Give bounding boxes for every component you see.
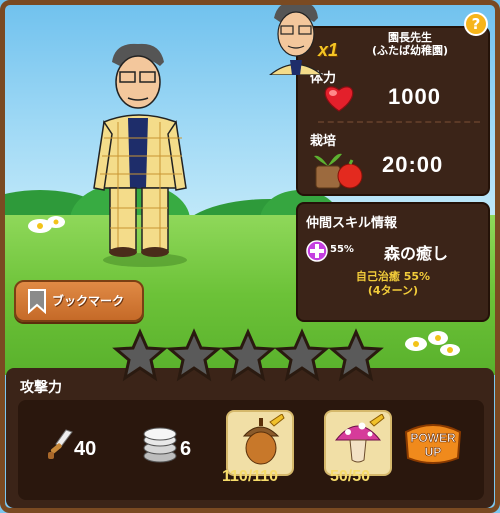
rating-stars bbox=[112, 328, 384, 382]
coin-value: 6 bbox=[180, 438, 192, 460]
bookmark-icon bbox=[28, 289, 46, 314]
mushroom-value: 50/50 bbox=[330, 468, 371, 485]
skill-name: 森の癒し bbox=[384, 244, 449, 263]
character-portrait bbox=[269, 1, 323, 75]
heal-plus-icon bbox=[306, 240, 328, 262]
heart-icon bbox=[324, 86, 354, 112]
bookmark-label: ブックマーク bbox=[52, 294, 125, 308]
flower-icon bbox=[28, 216, 65, 233]
cultivation-label: 栽培 bbox=[310, 134, 337, 149]
flower-icon bbox=[405, 331, 460, 356]
sprout-pot-icon bbox=[314, 153, 363, 189]
star-icon bbox=[112, 328, 384, 382]
mushroom-icon bbox=[334, 414, 385, 463]
power-up-label-line1: POWER bbox=[410, 431, 456, 445]
skill-description: 自己治癒 55% (4ターン) bbox=[355, 270, 431, 297]
character-name: 園長先生 (ふたば幼稚園) bbox=[371, 31, 449, 57]
skill-percent: 55% bbox=[330, 244, 354, 255]
character-sprite bbox=[93, 43, 187, 267]
sword-icon bbox=[48, 429, 73, 459]
power-up-label-line2: UP bbox=[425, 445, 442, 459]
power-up-button[interactable]: POWER UP bbox=[400, 418, 466, 468]
hp-value: 1000 bbox=[388, 84, 441, 109]
acorn-icon bbox=[242, 414, 285, 465]
skill-panel-title: 仲間スキル情報 bbox=[306, 216, 398, 231]
acorn-value: 110/110 bbox=[222, 468, 279, 485]
stats-divider bbox=[318, 121, 480, 123]
sword-value: 40 bbox=[74, 438, 97, 460]
coin-stack-icon bbox=[143, 427, 177, 463]
help-button[interactable]: ? bbox=[464, 12, 488, 36]
attack-label: 攻撃力 bbox=[20, 380, 62, 396]
cultivation-timer: 20:00 bbox=[382, 152, 444, 177]
